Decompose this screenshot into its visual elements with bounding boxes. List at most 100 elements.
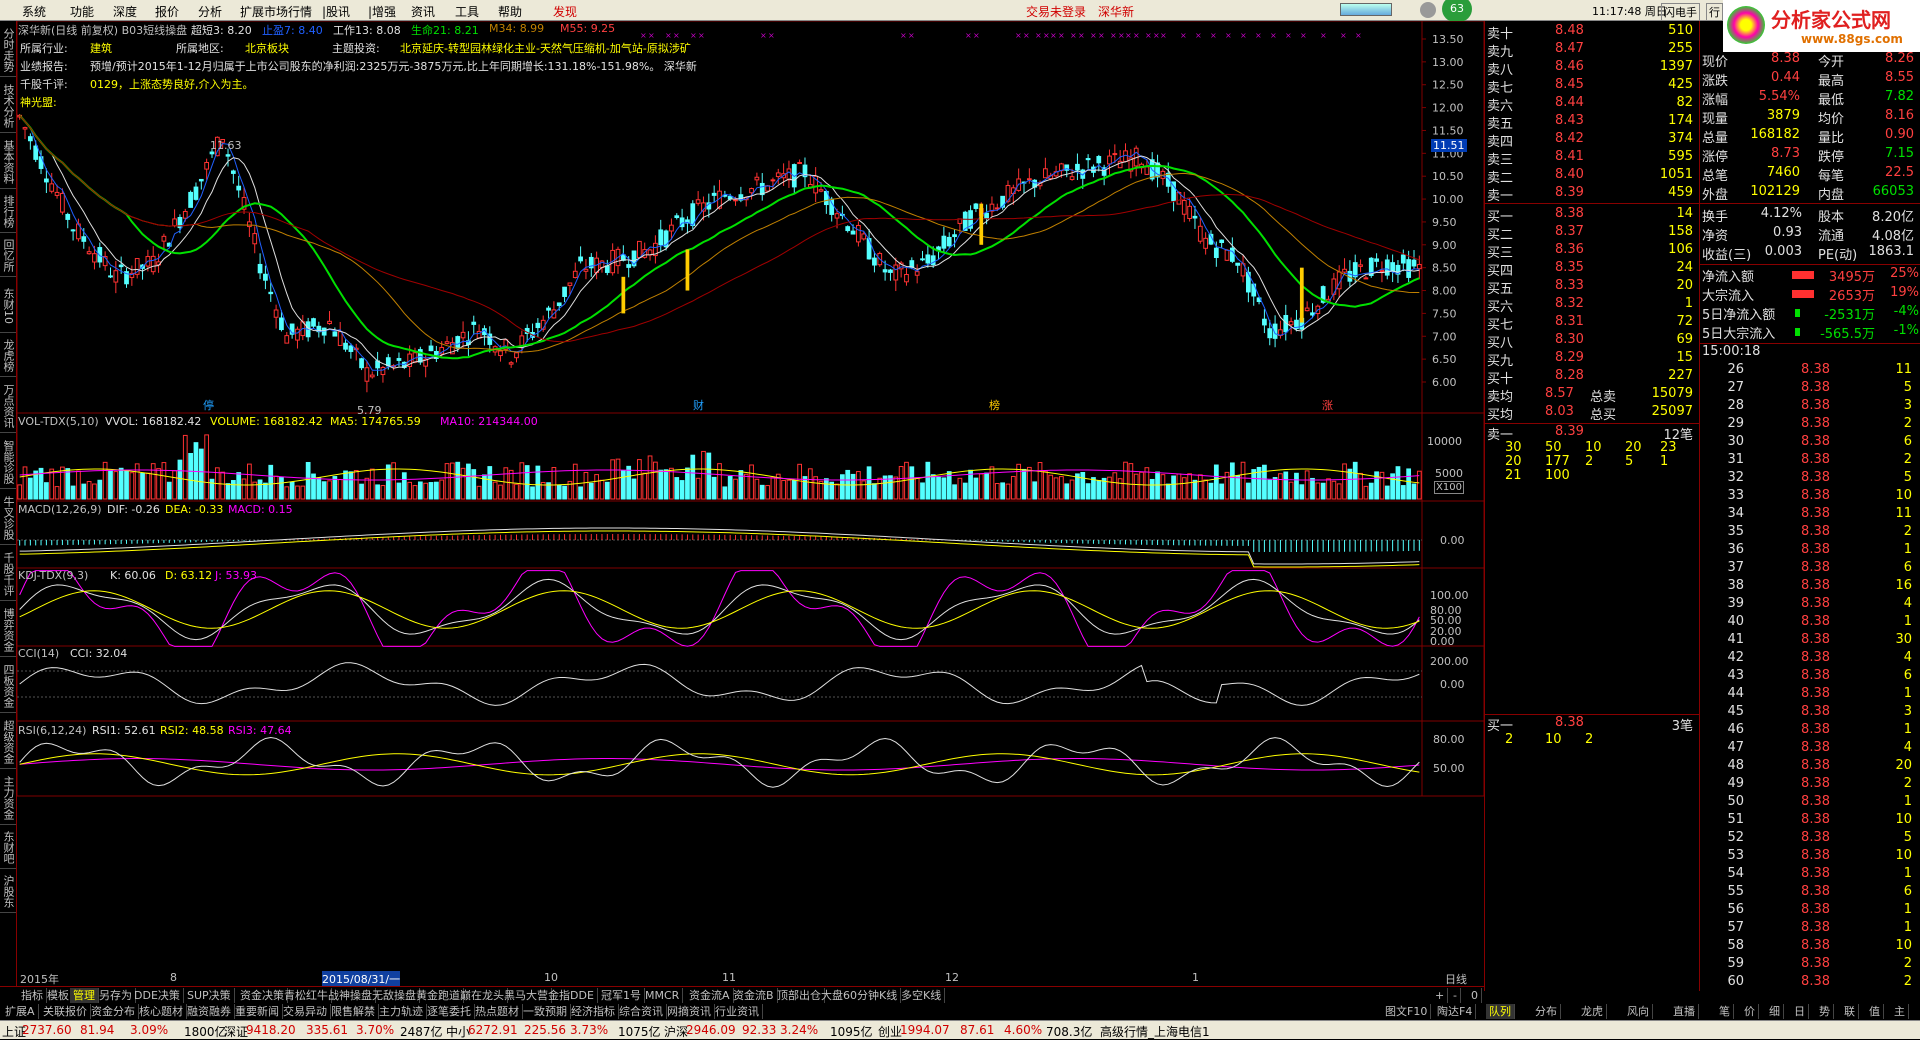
event-mark[interactable]: 榜 — [989, 397, 1000, 413]
panel-tab[interactable]: 笔 — [1716, 1004, 1734, 1019]
menu-item[interactable]: 深度 — [113, 3, 137, 20]
menu-item[interactable]: 报价 — [155, 3, 179, 20]
info-tab[interactable]: 资金分布 — [88, 1004, 139, 1019]
info-tab[interactable]: 扩展A — [2, 1004, 39, 1019]
left-tab[interactable]: 东财吧 — [0, 827, 16, 869]
menu-item[interactable]: 功能 — [70, 3, 94, 20]
event-mark[interactable]: 财 — [693, 397, 704, 413]
info-tab[interactable]: 重要新闻 — [232, 1004, 283, 1019]
volume-bar — [936, 476, 941, 500]
left-tab[interactable]: 万点资讯 — [0, 379, 16, 433]
indicator-tab[interactable]: 模板 — [44, 988, 73, 1003]
info-tab[interactable]: 综合资讯 — [616, 1004, 667, 1019]
indicator-tab[interactable]: SUP决策 — [184, 988, 235, 1003]
left-tab[interactable]: 分时走势 — [0, 23, 16, 77]
reset-button[interactable]: 0 — [1468, 988, 1482, 1003]
menu-item[interactable]: 系统 — [22, 3, 46, 20]
menu-item[interactable]: 工具 — [455, 3, 479, 20]
chart-area[interactable]: 分时走势技术分析基本资料排行榜回忆所东财10 龙虎榜万点资讯智能诊股牛叉诊股千股千… — [0, 21, 1484, 991]
indicator-tab[interactable]: MMCR — [642, 988, 684, 1003]
info-tab[interactable]: 网摘资讯 — [664, 1004, 715, 1019]
panel-tab[interactable]: 价 — [1741, 1004, 1759, 1019]
panel-tab[interactable]: 主 — [1891, 1004, 1909, 1019]
server-name[interactable]: 闪电手 — [1661, 3, 1700, 21]
period-label[interactable]: 日线 — [1445, 971, 1467, 987]
menu-item[interactable]: |股讯 — [322, 3, 350, 20]
panel-tab[interactable]: 联 — [1841, 1004, 1859, 1019]
panel-tab[interactable]: 细 — [1766, 1004, 1784, 1019]
info-tab[interactable]: 关联报价 — [40, 1004, 91, 1019]
indicator-tab[interactable]: 另存为 — [96, 988, 136, 1003]
candle — [861, 233, 867, 240]
indicator-tab[interactable]: DDE决策 — [131, 988, 184, 1003]
menu-item[interactable]: 分析 — [198, 3, 222, 20]
event-mark[interactable]: 停 — [203, 397, 214, 413]
panel-tab[interactable]: 风向 — [1624, 1004, 1653, 1019]
volume-bar — [647, 455, 653, 500]
menu-item[interactable]: 扩展市场行情 — [240, 3, 312, 20]
menu-item[interactable]: 发现 — [553, 3, 577, 20]
volume-bar — [433, 481, 439, 500]
left-tab[interactable]: 排行榜 — [0, 191, 16, 233]
info-tab[interactable]: 热点题材 — [472, 1004, 523, 1019]
volume-bar — [359, 483, 364, 500]
left-tab[interactable]: 四板资金 — [0, 659, 16, 713]
left-tab[interactable]: 主力资金 — [0, 771, 16, 825]
indicator-tab[interactable]: 资金流B — [730, 988, 778, 1003]
indicator-tab[interactable]: 多空K线 — [898, 988, 946, 1003]
panel-tab[interactable]: 值 — [1866, 1004, 1884, 1019]
info-tab[interactable]: 行业资讯 — [712, 1004, 763, 1019]
zoom-out-button[interactable]: - — [1450, 988, 1461, 1003]
left-tab[interactable]: 回忆所 — [0, 235, 16, 277]
info-tab[interactable]: 经济指标 — [568, 1004, 619, 1019]
volume-bar — [1411, 483, 1417, 500]
panel-tab[interactable]: 分布 — [1532, 1004, 1561, 1019]
indicator-tab[interactable]: 指标 — [18, 988, 47, 1003]
menu-item[interactable]: 资讯 — [411, 3, 435, 20]
cci-title: CCI(14) — [18, 647, 60, 660]
panel-tab[interactable]: 直播 — [1670, 1004, 1699, 1019]
login-stock[interactable]: 深华新 — [1098, 3, 1134, 20]
info-tab[interactable]: 限售解禁 — [328, 1004, 379, 1019]
volume-bar — [754, 478, 760, 500]
indicator-tab[interactable]: 资金流A — [686, 988, 734, 1003]
login-status[interactable]: 交易未登录 — [1026, 3, 1086, 20]
volume-bar — [989, 466, 995, 500]
panel-tab[interactable]: 日 — [1791, 1004, 1809, 1019]
info-tab[interactable]: 融资融券 — [184, 1004, 235, 1019]
left-tab[interactable]: 千股千评 — [0, 547, 16, 601]
left-tab[interactable]: 东财10 — [0, 279, 16, 333]
menu-item[interactable]: |增强 — [368, 3, 396, 20]
refresh-icon[interactable] — [1420, 2, 1436, 18]
info-tab[interactable]: 交易异动 — [280, 1004, 331, 1019]
left-tab[interactable]: 沪股东 — [0, 871, 16, 913]
info-tab[interactable]: 一致预期 — [520, 1004, 571, 1019]
left-tab[interactable]: 牛叉诊股 — [0, 491, 16, 545]
indicator-tab[interactable]: 金指DDE — [545, 988, 598, 1003]
cell: 净资 — [1702, 229, 1729, 244]
left-tab[interactable]: 超级资金 — [0, 715, 16, 769]
panel-tab[interactable]: 势 — [1816, 1004, 1834, 1019]
event-mark[interactable]: 涨 — [1322, 397, 1333, 413]
menu-item[interactable]: 帮助 — [498, 3, 522, 20]
info-tab[interactable]: 逐笔委托 — [424, 1004, 475, 1019]
restore-button[interactable]: 行 — [1706, 3, 1723, 21]
f10-button[interactable]: 图文F10 — [1382, 1004, 1432, 1019]
score-badge[interactable]: 63 — [1442, 0, 1472, 22]
panel-tab[interactable]: 队列 — [1486, 1004, 1515, 1019]
left-tab[interactable]: 技术分析 — [0, 79, 16, 133]
indicator-tab[interactable]: 大盘60分钟K线 — [818, 988, 902, 1003]
zoom-in-button[interactable]: + — [1432, 988, 1449, 1003]
panel-tab[interactable]: 龙虎 — [1578, 1004, 1607, 1019]
left-tab[interactable]: 龙虎榜 — [0, 335, 16, 377]
candle — [385, 357, 391, 367]
indicator-tab[interactable]: 冠军1号 — [598, 988, 645, 1003]
f4-button[interactable]: 陶达F4 — [1434, 1004, 1477, 1019]
left-tab[interactable]: 智能诊股 — [0, 435, 16, 489]
left-tab[interactable]: 基本资料 — [0, 135, 16, 189]
info-tab[interactable]: 核心题材 — [136, 1004, 187, 1019]
indicator-tab[interactable]: 管理 — [70, 988, 99, 1003]
info-tab[interactable]: 主力轨迹 — [376, 1004, 427, 1019]
volume-bar — [1069, 479, 1075, 500]
left-tab[interactable]: 博弈资金 — [0, 603, 16, 657]
